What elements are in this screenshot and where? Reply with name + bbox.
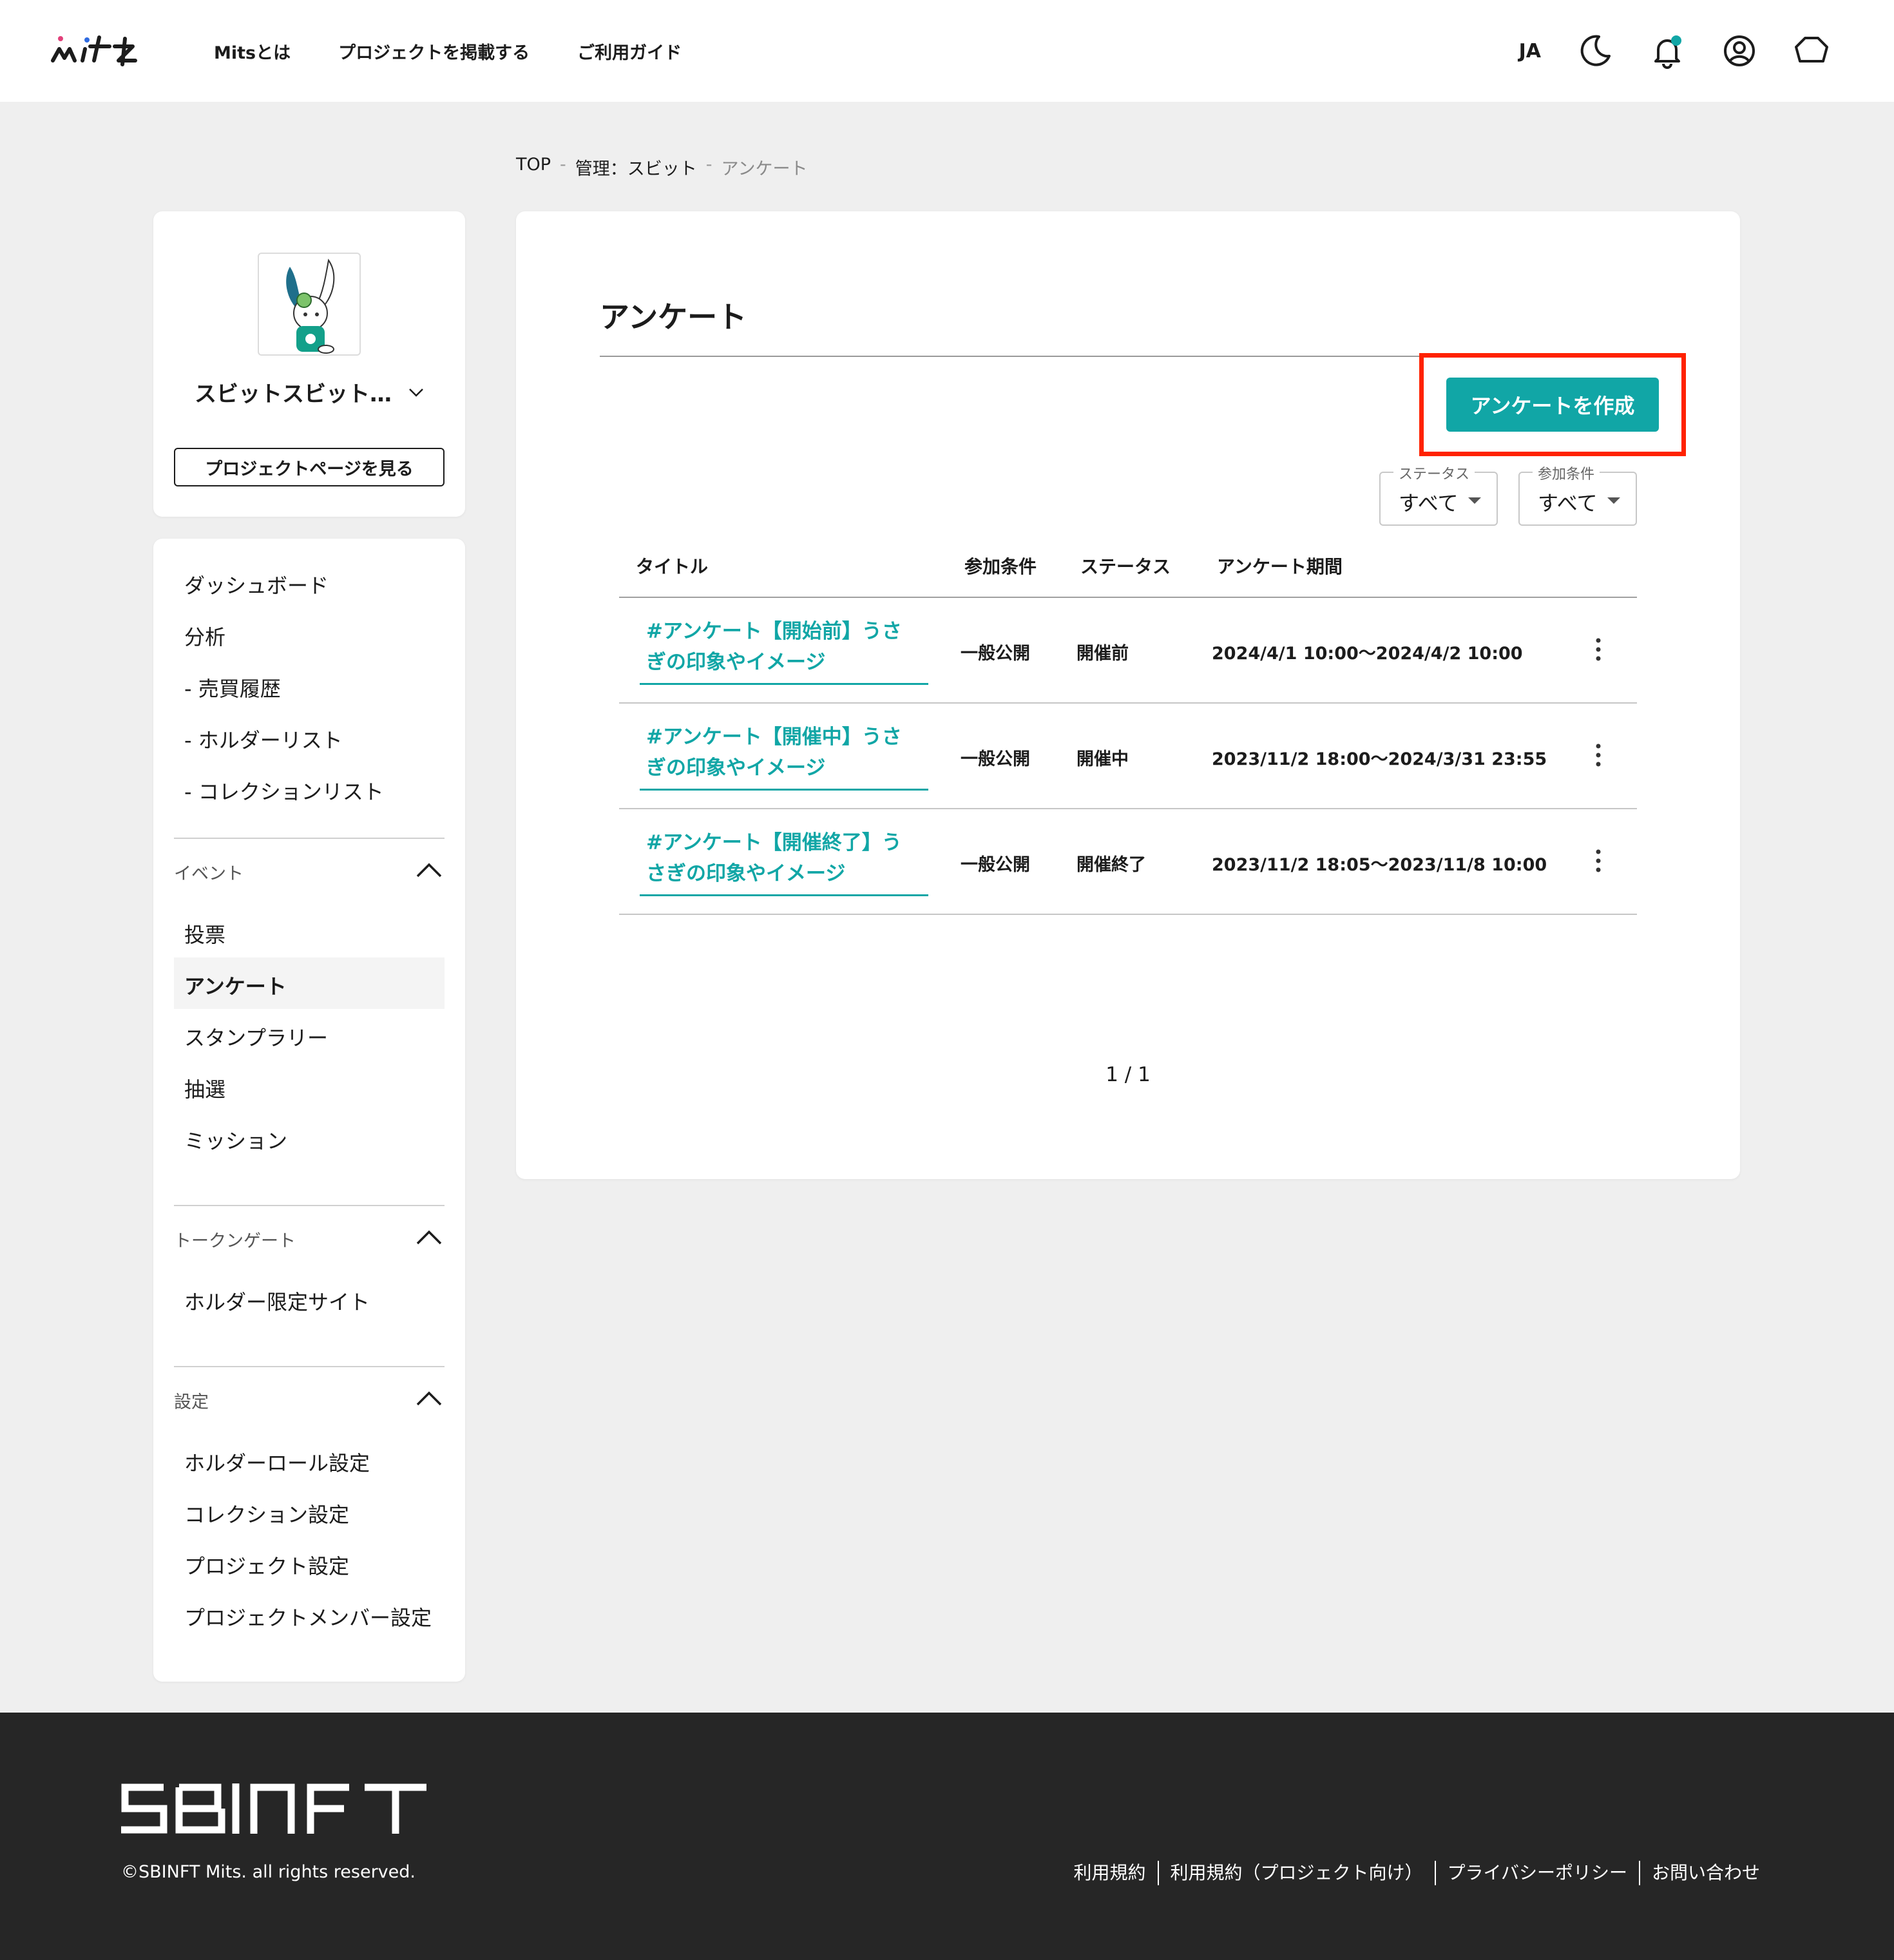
sidebar-item-collection-list[interactable]: - コレクションリスト — [184, 776, 384, 805]
chevron-down-icon — [409, 388, 423, 397]
breadcrumb-current: アンケート — [721, 159, 808, 179]
survey-condition: 一般公開 — [961, 749, 1030, 769]
survey-title-line: #アンケート【開催終了】う — [646, 831, 902, 854]
footer-link-terms[interactable]: 利用規約 — [1062, 1861, 1158, 1885]
survey-period: 2023/11/2 18:05〜2023/11/8 10:00 — [1212, 855, 1547, 875]
survey-title-line: さぎの印象やイメージ — [646, 862, 846, 885]
more-vert-icon[interactable] — [1592, 848, 1605, 874]
survey-status: 開催前 — [1076, 644, 1129, 664]
language-switch[interactable]: JA — [1519, 40, 1541, 62]
survey-period: 2024/4/1 10:00〜2024/4/2 10:00 — [1212, 644, 1523, 664]
section-title-event: イベント — [174, 864, 244, 884]
breadcrumb-admin[interactable]: 管理：スビット — [575, 155, 697, 180]
status-filter[interactable]: ステータス すべて — [1379, 463, 1498, 526]
top-header: Mitsとは プロジェクトを掲載する ご利用ガイド JA — [0, 0, 1894, 102]
survey-status: 開催中 — [1076, 749, 1129, 769]
row-divider — [619, 808, 1637, 809]
survey-title-link[interactable]: #アンケート【開催中】うさ ぎの印象やイメージ — [640, 722, 928, 791]
sidebar-item-member-settings[interactable]: プロジェクトメンバー設定 — [184, 1602, 432, 1631]
sidebar-item-holder-site[interactable]: ホルダー限定サイト — [184, 1286, 370, 1316]
condition-filter-value: すべて — [1538, 491, 1598, 515]
sidebar-item-analytics[interactable]: 分析 — [184, 621, 225, 651]
divider — [174, 1205, 445, 1206]
nav-about[interactable]: Mitsとは — [214, 39, 291, 64]
chevron-up-icon[interactable] — [415, 1389, 443, 1407]
survey-title-line: #アンケート【開催中】うさ — [646, 725, 902, 749]
divider — [174, 838, 445, 839]
status-filter-label: ステータス — [1393, 463, 1475, 483]
survey-condition: 一般公開 — [961, 644, 1030, 664]
section-title-settings: 設定 — [174, 1392, 209, 1412]
sidebar-item-holder-list[interactable]: - ホルダーリスト — [184, 724, 343, 754]
footer-link-contact[interactable]: お問い合わせ — [1638, 1861, 1772, 1885]
sidebar-item-mission[interactable]: ミッション — [184, 1125, 287, 1155]
breadcrumb-top[interactable]: TOP — [516, 155, 551, 180]
breadcrumb-separator: - — [560, 155, 566, 175]
survey-title-link[interactable]: #アンケート【開始前】うさ ぎの印象やイメージ — [640, 616, 928, 685]
sidebar-item-project-settings[interactable]: プロジェクト設定 — [184, 1550, 349, 1580]
chevron-up-icon[interactable] — [415, 861, 443, 879]
create-survey-button[interactable]: アンケートを作成 — [1446, 378, 1659, 432]
condition-filter-label: 参加条件 — [1533, 463, 1600, 483]
pagination: 1 / 1 — [1105, 1063, 1151, 1086]
sidebar-item-stamp-rally[interactable]: スタンプラリー — [184, 1022, 328, 1052]
header-nav: Mitsとは プロジェクトを掲載する ご利用ガイド — [214, 0, 682, 102]
chevron-up-icon[interactable] — [415, 1228, 443, 1246]
nav-list-project[interactable]: プロジェクトを掲載する — [338, 39, 530, 64]
sbinft-logo[interactable] — [121, 1783, 430, 1834]
column-header-title: タイトル — [636, 556, 709, 577]
view-project-page-button[interactable]: プロジェクトページを見る — [174, 448, 445, 486]
sidebar-item-vote[interactable]: 投票 — [184, 919, 225, 948]
page-title: アンケート — [600, 300, 747, 334]
footer-links: 利用規約 利用規約（プロジェクト向け） プライバシーポリシー お問い合わせ — [1062, 1861, 1772, 1885]
survey-panel: アンケート アンケートを作成 ステータス すべて 参加条件 すべて タイトル 参… — [516, 211, 1740, 1179]
survey-title-line: #アンケート【開始前】うさ — [646, 620, 902, 643]
sidebar-item-dashboard[interactable]: ダッシュボード — [184, 570, 329, 599]
project-card: スビットスビット… プロジェクトページを見る — [153, 211, 465, 517]
sidebar-item-survey[interactable]: アンケート — [184, 970, 287, 1000]
header-actions: JA — [1519, 0, 1830, 102]
caret-down-icon — [1607, 497, 1620, 504]
nav-guide[interactable]: ご利用ガイド — [577, 39, 682, 64]
sidebar-item-holder-role[interactable]: ホルダーロール設定 — [184, 1447, 370, 1477]
project-switcher[interactable]: スビットスビット… — [153, 376, 465, 408]
column-header-period: アンケート期間 — [1217, 556, 1343, 577]
more-vert-icon[interactable] — [1592, 637, 1605, 662]
survey-title-line: ぎの印象やイメージ — [646, 756, 826, 780]
status-filter-value: すべて — [1399, 491, 1459, 515]
copyright: ©SBINFT Mits. all rights reserved. — [121, 1862, 416, 1882]
row-divider — [619, 914, 1637, 915]
section-title-token-gate: トークンゲート — [174, 1231, 296, 1251]
column-header-condition: 参加条件 — [964, 556, 1037, 577]
condition-filter[interactable]: 参加条件 すべて — [1518, 463, 1637, 526]
sidebar-menu: ダッシュボード 分析 - 売買履歴 - ホルダーリスト - コレクションリスト … — [153, 539, 465, 1682]
footer-link-terms-project[interactable]: 利用規約（プロジェクト向け） — [1157, 1861, 1435, 1885]
survey-title-line: ぎの印象やイメージ — [646, 651, 826, 674]
footer: ©SBINFT Mits. all rights reserved. 利用規約 … — [0, 1713, 1894, 1960]
breadcrumb: TOP - 管理：スビット - アンケート — [516, 155, 807, 180]
row-divider — [619, 702, 1637, 704]
survey-status: 開催終了 — [1076, 855, 1146, 875]
survey-title-link[interactable]: #アンケート【開催終了】う さぎの印象やイメージ — [640, 827, 928, 896]
survey-period: 2023/11/2 18:00〜2024/3/31 23:55 — [1212, 749, 1547, 769]
breadcrumb-separator: - — [705, 155, 713, 175]
sidebar-item-collection-settings[interactable]: コレクション設定 — [184, 1499, 349, 1528]
column-header-status: ステータス — [1080, 556, 1171, 577]
divider — [174, 1366, 445, 1367]
sidebar-item-lottery[interactable]: 抽選 — [184, 1073, 225, 1103]
bell-icon[interactable] — [1649, 33, 1685, 69]
wallet-icon[interactable] — [1794, 33, 1830, 69]
caret-down-icon — [1468, 497, 1481, 504]
moon-icon[interactable] — [1577, 33, 1613, 69]
project-avatar — [258, 253, 361, 356]
survey-condition: 一般公開 — [961, 855, 1030, 875]
footer-link-privacy[interactable]: プライバシーポリシー — [1434, 1861, 1639, 1885]
project-name: スビットスビット… — [195, 381, 392, 407]
more-vert-icon[interactable] — [1592, 742, 1605, 768]
sidebar-item-sales-history[interactable]: - 売買履歴 — [184, 673, 281, 702]
table-header-divider — [619, 597, 1637, 598]
user-icon[interactable] — [1721, 33, 1757, 69]
mits-logo[interactable] — [50, 32, 156, 68]
